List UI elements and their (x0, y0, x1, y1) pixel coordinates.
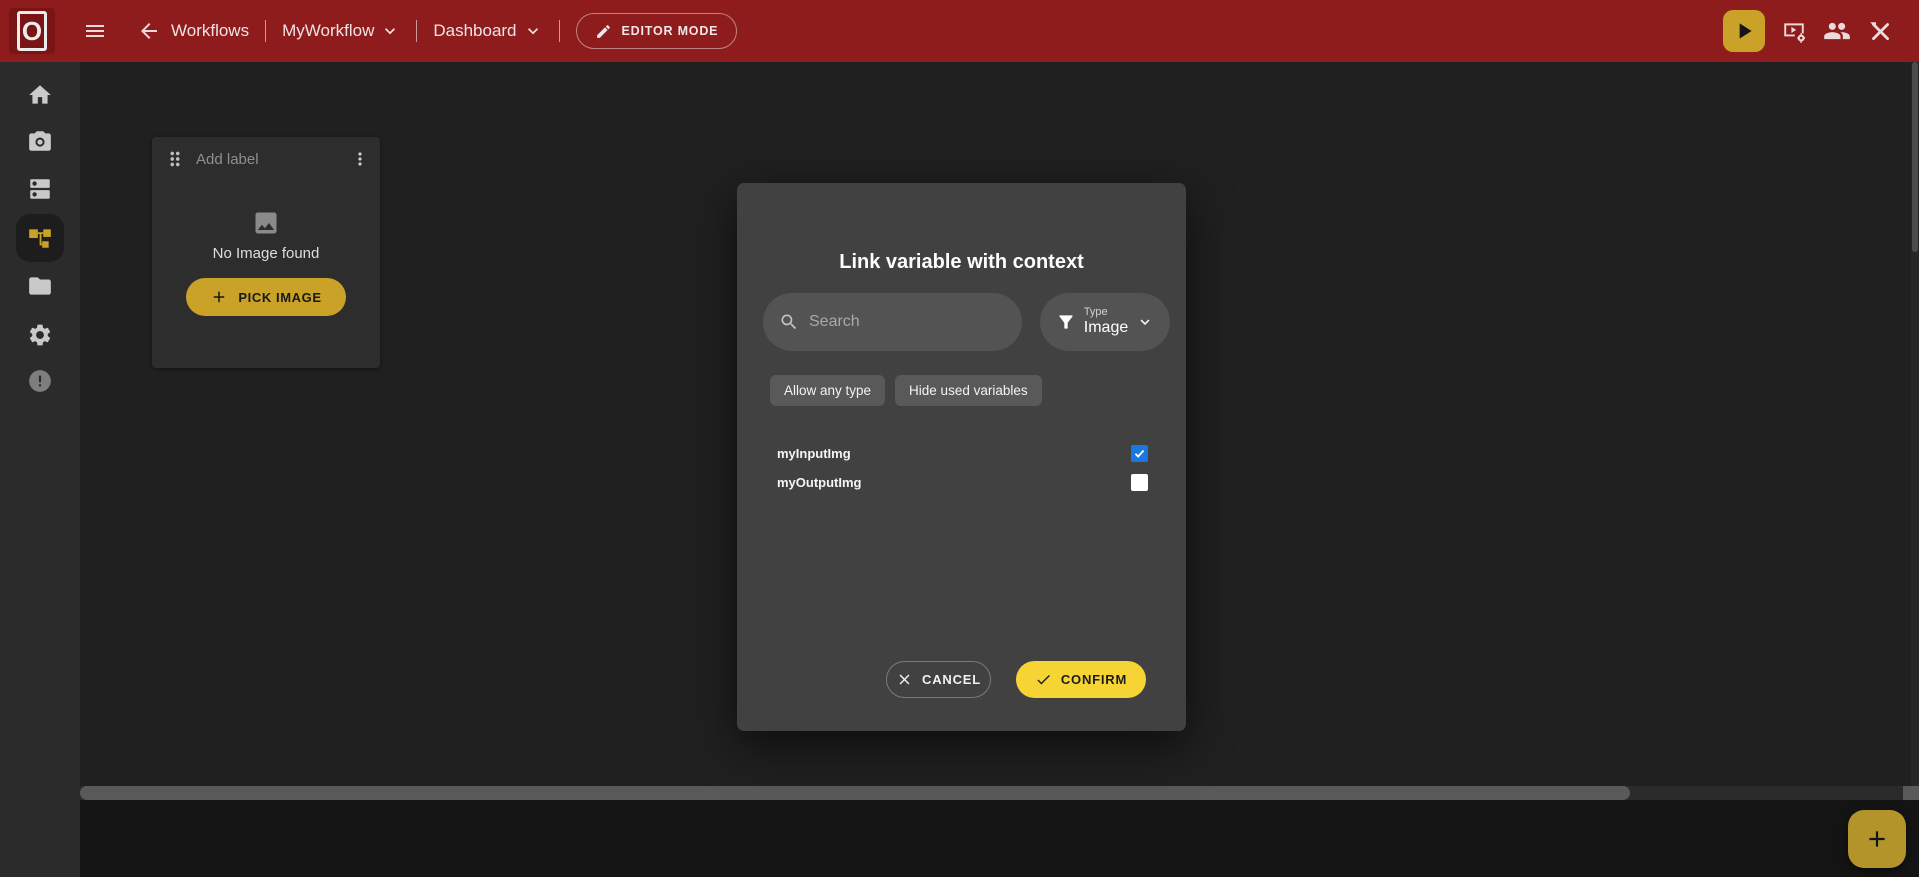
kebab-menu-icon (350, 149, 370, 169)
play-icon (1731, 18, 1757, 44)
breadcrumb-section[interactable]: Workflows (171, 21, 249, 41)
variable-name: myInputImg (777, 446, 851, 461)
back-button[interactable] (133, 15, 165, 47)
sidebar-item-alerts[interactable] (16, 357, 64, 405)
check-icon (1035, 671, 1052, 688)
hamburger-icon (83, 19, 107, 43)
camera-icon (27, 128, 53, 154)
dialog-title: Link variable with context (737, 251, 1186, 274)
view-selector[interactable]: Dashboard (433, 21, 542, 41)
home-icon (27, 82, 53, 108)
drag-indicator-icon (164, 148, 186, 170)
tools-button[interactable] (1866, 17, 1894, 45)
video-settings-icon (1781, 18, 1807, 44)
image-widget-card: Add label No Image found PICK IMAGE (152, 137, 380, 368)
variable-name: myOutputImg (777, 475, 862, 490)
check-icon (1133, 447, 1146, 460)
add-widget-fab[interactable] (1848, 810, 1906, 868)
construction-tools-icon (1867, 18, 1893, 44)
editor-mode-button[interactable]: EDITOR MODE (576, 13, 738, 49)
variable-checkbox[interactable] (1131, 474, 1148, 491)
cancel-button[interactable]: CANCEL (886, 661, 991, 698)
editor-mode-label: EDITOR MODE (622, 24, 719, 38)
no-image-text: No Image found (213, 245, 320, 262)
sidebar-item-files[interactable] (16, 262, 64, 310)
type-filter-value: Image (1084, 319, 1128, 337)
chevron-down-icon (380, 21, 400, 41)
logo-letter: O (22, 18, 42, 44)
variable-row[interactable]: myOutputImg (777, 470, 1148, 494)
widget-label-input[interactable]: Add label (196, 151, 259, 168)
sidebar (0, 62, 80, 877)
workflow-selector[interactable]: MyWorkflow (282, 21, 400, 41)
app-logo[interactable]: O (9, 8, 55, 54)
app-bar: O Workflows MyWorkflow Dashboard EDITOR … (0, 0, 1919, 62)
logo-frame: O (17, 11, 47, 51)
image-placeholder-icon (252, 209, 280, 237)
widget-menu-button[interactable] (346, 145, 374, 173)
widget-card-header: Add label (152, 137, 380, 181)
scrollbar-corner (1903, 786, 1919, 800)
error-alert-icon (27, 368, 53, 394)
search-input[interactable] (809, 313, 1006, 331)
type-filter-label: Type (1084, 306, 1108, 319)
pick-image-button[interactable]: PICK IMAGE (186, 278, 345, 316)
filter-chips: Allow any type Hide used variables (770, 375, 1042, 406)
confirm-label: CONFIRM (1061, 672, 1127, 687)
gear-icon (27, 322, 53, 348)
bottom-panel (80, 800, 1919, 877)
confirm-button[interactable]: CONFIRM (1016, 661, 1146, 698)
hide-used-variables-chip[interactable]: Hide used variables (895, 375, 1042, 406)
sidebar-item-home[interactable] (16, 71, 64, 119)
arrow-back-icon (137, 19, 161, 43)
link-variable-dialog: Link variable with context Type Image Al… (737, 183, 1186, 731)
video-settings-button[interactable] (1780, 17, 1808, 45)
cancel-label: CANCEL (922, 672, 981, 687)
type-filter-text: Type Image (1084, 306, 1128, 337)
filter-funnel-icon (1056, 312, 1076, 332)
sidebar-item-list[interactable] (16, 165, 64, 213)
search-icon (779, 312, 799, 332)
breadcrumb-divider (416, 20, 417, 42)
chevron-down-icon (1136, 313, 1154, 331)
horizontal-scrollbar[interactable] (80, 786, 1919, 800)
people-icon (1823, 17, 1851, 45)
folder-icon (27, 273, 53, 299)
sidebar-item-workflows[interactable] (16, 214, 64, 262)
run-workflow-button[interactable] (1723, 10, 1765, 52)
check-icon (1133, 476, 1146, 489)
workflow-schema-icon (27, 225, 53, 251)
variable-list: myInputImg myOutputImg (777, 441, 1148, 494)
close-x-icon (896, 671, 913, 688)
plus-icon (1864, 826, 1890, 852)
app-window: O Workflows MyWorkflow Dashboard EDITOR … (0, 0, 1919, 877)
variable-row[interactable]: myInputImg (777, 441, 1148, 465)
breadcrumb-divider (559, 20, 560, 42)
app-bar-actions (1723, 10, 1919, 52)
collaborators-button[interactable] (1823, 17, 1851, 45)
allow-any-type-chip[interactable]: Allow any type (770, 375, 885, 406)
pick-image-label: PICK IMAGE (238, 290, 321, 305)
sidebar-item-camera[interactable] (16, 117, 64, 165)
sidebar-item-settings[interactable] (16, 311, 64, 359)
chevron-down-icon (523, 21, 543, 41)
pencil-icon (595, 23, 612, 40)
menu-button[interactable] (79, 15, 111, 47)
drag-handle[interactable] (162, 146, 188, 172)
breadcrumb-divider (265, 20, 266, 42)
view-name: Dashboard (433, 21, 516, 41)
type-filter-dropdown[interactable]: Type Image (1040, 293, 1170, 351)
dialog-actions: CANCEL CONFIRM (737, 661, 1186, 698)
dns-list-icon (27, 176, 53, 202)
horizontal-scrollbar-thumb[interactable] (80, 786, 1630, 800)
variable-checkbox[interactable] (1131, 445, 1148, 462)
vertical-scrollbar-thumb[interactable] (1912, 62, 1918, 252)
widget-card-body: No Image found PICK IMAGE (152, 209, 380, 316)
vertical-scrollbar[interactable] (1911, 62, 1919, 786)
search-field[interactable] (763, 293, 1022, 351)
plus-icon (210, 288, 228, 306)
workflow-name: MyWorkflow (282, 21, 374, 41)
